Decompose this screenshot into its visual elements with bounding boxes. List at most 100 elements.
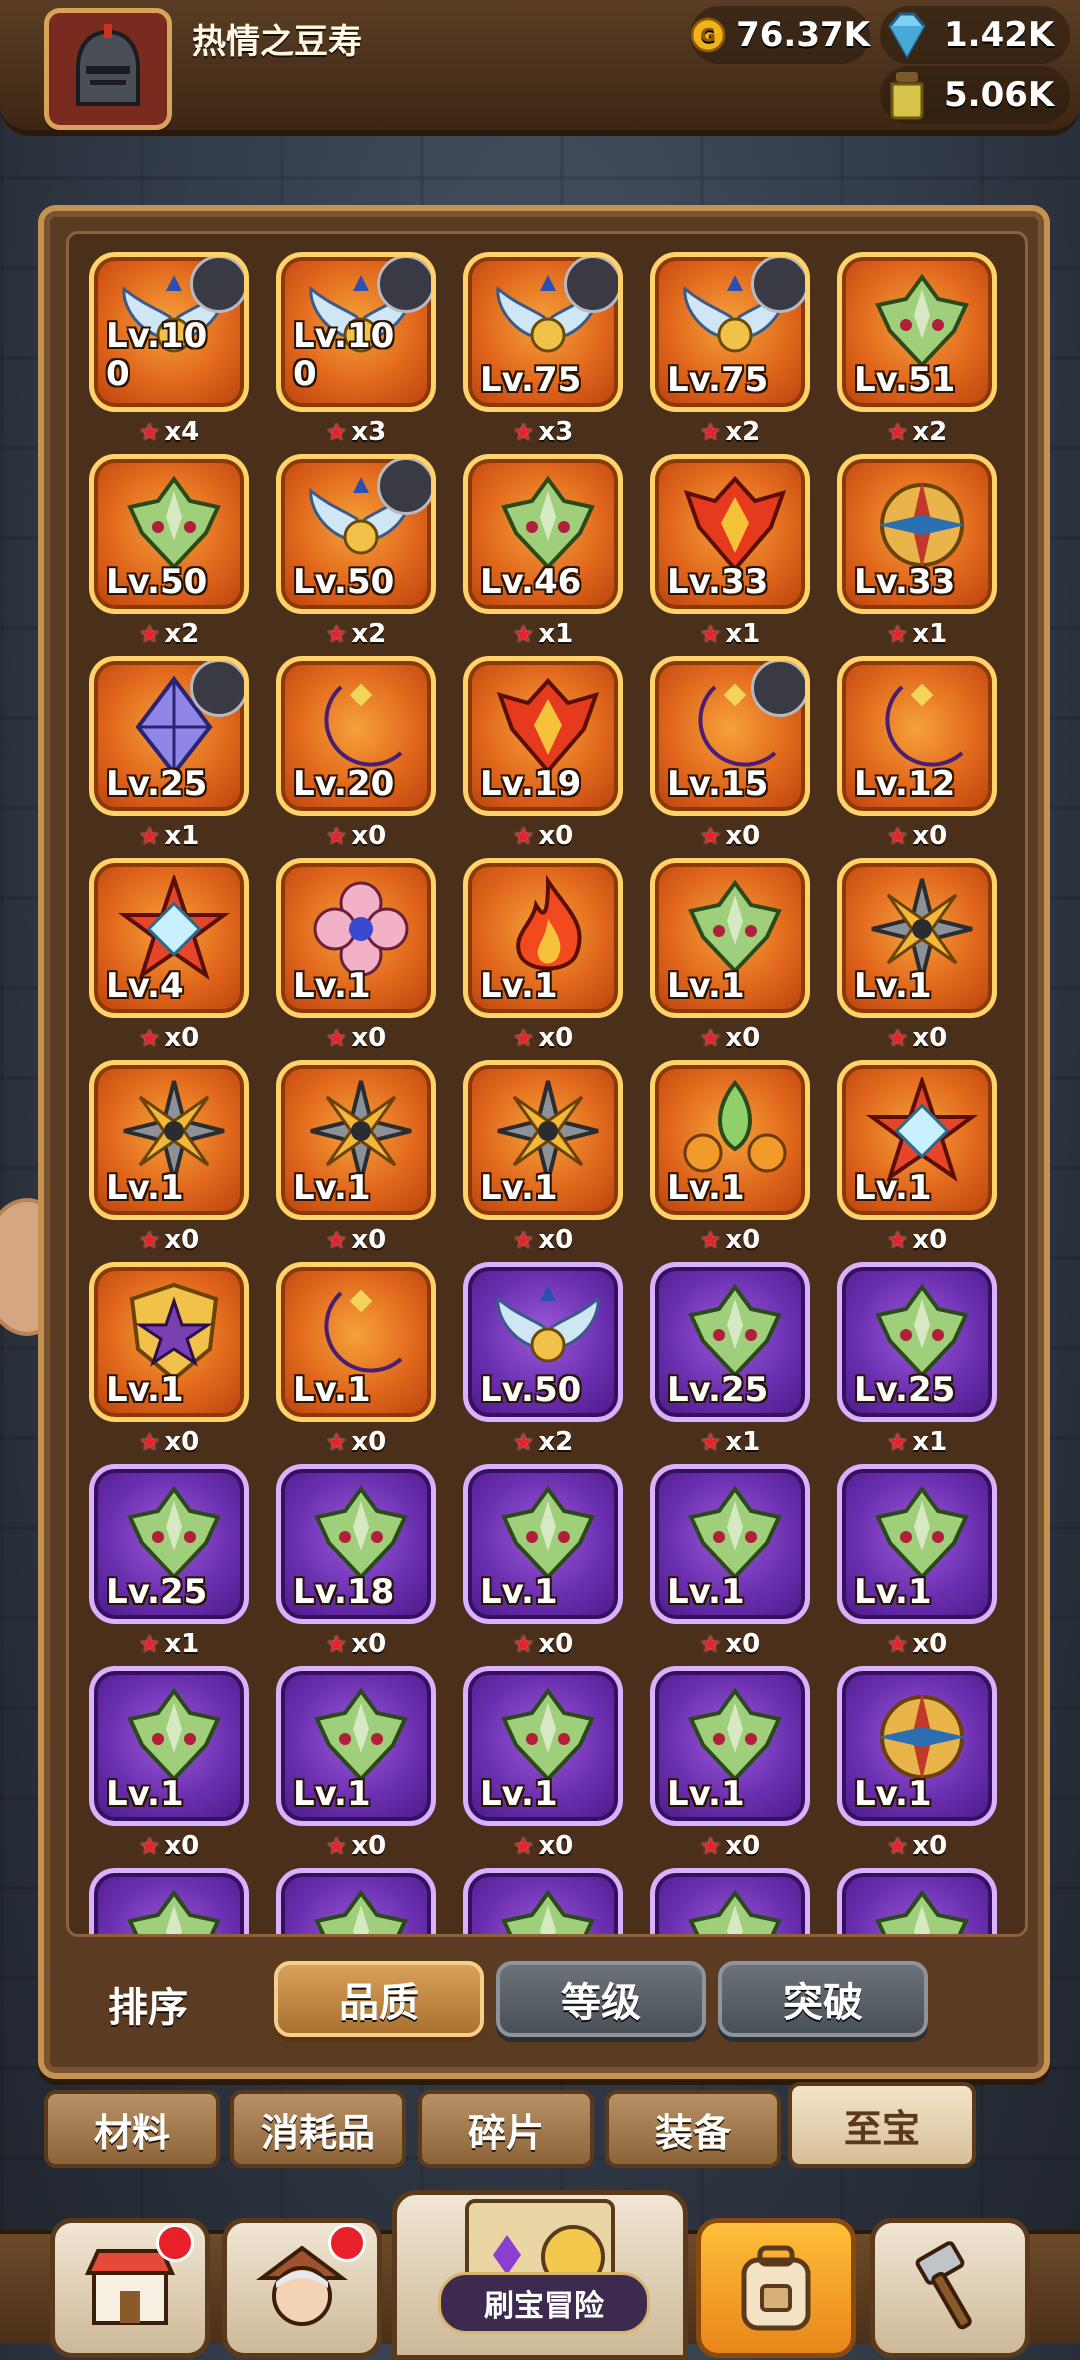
treasure-item[interactable]: Lv.1 ★ x0	[650, 1666, 810, 1861]
item-level: Lv.33	[667, 562, 769, 602]
treasure-item[interactable]	[837, 1868, 997, 1934]
treasure-item[interactable]: Lv.25 ★ x1	[89, 656, 249, 851]
treasure-item-tile: Lv.1	[650, 858, 810, 1018]
tab-fragments[interactable]: 碎片	[418, 2090, 594, 2168]
item-count-value: x3	[351, 417, 387, 447]
tab-consumables[interactable]: 消耗品	[230, 2090, 406, 2168]
treasure-item[interactable]: Lv.1 ★ x0	[837, 1666, 997, 1861]
treasure-item[interactable]: Lv.1 ★ x0	[650, 858, 810, 1053]
treasure-item-tile: Lv.33	[650, 454, 810, 614]
treasure-item[interactable]: Lv.75 ★ x2	[650, 252, 810, 447]
player-name: 热情之豆寿	[192, 22, 362, 62]
tab-materials[interactable]: 材料	[44, 2090, 220, 2168]
item-level: Lv.1	[480, 1168, 558, 1208]
item-count-value: x0	[351, 1427, 387, 1457]
treasure-item[interactable]: Lv.50 ★ x2	[276, 454, 436, 649]
treasure-item-tile: Lv.1	[276, 1262, 436, 1422]
tab-equipment[interactable]: 装备	[605, 2090, 781, 2168]
treasure-item[interactable]: Lv.1 ★ x0	[463, 1060, 623, 1255]
item-star-count: ★ x2	[89, 614, 249, 654]
item-star-count: ★ x0	[89, 1220, 249, 1260]
item-count-value: x0	[538, 1629, 574, 1659]
treasure-item-tile: Lv.15	[650, 656, 810, 816]
item-count-value: x1	[538, 619, 574, 649]
item-count-value: x0	[725, 1831, 761, 1861]
star-icon: ★	[512, 822, 535, 850]
treasure-item[interactable]: Lv.19 ★ x0	[463, 656, 623, 851]
treasure-item[interactable]: Lv.1 ★ x0	[650, 1464, 810, 1659]
treasure-item[interactable]: Lv.1 ★ x0	[837, 1060, 997, 1255]
treasure-item[interactable]: Lv.1 ★ x0	[837, 1464, 997, 1659]
treasure-item[interactable]: Lv.1 ★ x0	[463, 858, 623, 1053]
treasure-item[interactable]	[463, 1868, 623, 1934]
nav-backpack[interactable]	[696, 2218, 856, 2358]
treasure-item[interactable]: Lv.25 ★ x1	[89, 1464, 249, 1659]
treasure-item[interactable]: Lv.20 ★ x0	[276, 656, 436, 851]
treasure-item[interactable]: Lv.18 ★ x0	[276, 1464, 436, 1659]
treasure-item[interactable]: Lv.12 ★ x0	[837, 656, 997, 851]
treasure-item[interactable]	[650, 1868, 810, 1934]
treasure-item[interactable]: Lv.1 ★ x0	[276, 1060, 436, 1255]
treasure-item[interactable]: Lv.15 ★ x0	[650, 656, 810, 851]
equipped-hero-avatar	[564, 257, 618, 313]
treasure-item[interactable]: Lv.1 ★ x0	[463, 1464, 623, 1659]
treasure-item[interactable]: Lv.25 ★ x1	[837, 1262, 997, 1457]
treasure-item[interactable]: Lv.33 ★ x1	[837, 454, 997, 649]
treasure-item[interactable]: Lv.10 0 ★ x3	[276, 252, 436, 447]
equipped-hero-avatar	[190, 661, 244, 717]
item-star-count: ★ x0	[650, 1624, 810, 1664]
gold-counter[interactable]: G 76.37K	[690, 6, 870, 64]
item-count-value: x0	[351, 1225, 387, 1255]
item-level: Lv.50	[293, 562, 395, 602]
treasure-item[interactable]: Lv.46 ★ x1	[463, 454, 623, 649]
item-level: Lv.33	[854, 562, 956, 602]
item-star-count: ★ x4	[89, 412, 249, 452]
treasure-item[interactable]: Lv.50 ★ x2	[89, 454, 249, 649]
star-icon: ★	[138, 620, 161, 648]
treasure-item-tile: Lv.50	[463, 1262, 623, 1422]
treasure-item-tile: Lv.1	[463, 1464, 623, 1624]
item-level: Lv.1	[106, 1168, 184, 1208]
star-icon: ★	[325, 418, 348, 446]
treasure-item[interactable]: Lv.1 ★ x0	[463, 1666, 623, 1861]
treasure-item[interactable]: Lv.51 ★ x2	[837, 252, 997, 447]
item-level: Lv.1	[854, 1572, 932, 1612]
item-count-value: x0	[538, 1225, 574, 1255]
treasure-item[interactable]: Lv.1 ★ x0	[650, 1060, 810, 1255]
treasure-item[interactable]: Lv.1 ★ x0	[89, 1666, 249, 1861]
item-star-count: ★ x0	[276, 1220, 436, 1260]
treasure-grid-scroll[interactable]: Lv.10 0 ★ x4 Lv.10 0 ★ x3 Lv.75 ★ x3 Lv.75 ★ x2 Lv.5…	[66, 231, 1028, 1937]
treasure-item[interactable]: Lv.1 ★ x0	[276, 858, 436, 1053]
treasure-item[interactable]: Lv.1 ★ x0	[89, 1262, 249, 1457]
item-star-count: ★ x3	[276, 412, 436, 452]
treasure-item[interactable]: Lv.1 ★ x0	[276, 1262, 436, 1457]
nav-forge[interactable]	[870, 2218, 1030, 2358]
item-star-count: ★ x1	[837, 1422, 997, 1462]
sort-quality-button[interactable]: 品质	[274, 1961, 484, 2037]
treasure-item[interactable]: Lv.1 ★ x0	[89, 1060, 249, 1255]
gem-counter[interactable]: 1.42K	[880, 6, 1070, 64]
player-avatar[interactable]	[44, 8, 172, 130]
treasure-item[interactable]: Lv.4 ★ x0	[89, 858, 249, 1053]
sort-breakthrough-button[interactable]: 突破	[718, 1961, 928, 2037]
treasure-item[interactable]: Lv.33 ★ x1	[650, 454, 810, 649]
treasure-item[interactable]: Lv.10 0 ★ x4	[89, 252, 249, 447]
treasure-item[interactable]: Lv.75 ★ x3	[463, 252, 623, 447]
treasure-item[interactable]	[89, 1868, 249, 1934]
treasure-item-tile: Lv.1	[89, 1060, 249, 1220]
sort-level-button[interactable]: 等级	[496, 1961, 706, 2037]
treasure-item[interactable]: Lv.1 ★ x0	[276, 1666, 436, 1861]
treasure-item[interactable]: Lv.50 ★ x2	[463, 1262, 623, 1457]
tab-treasures[interactable]: 至宝	[788, 2082, 976, 2168]
treasure-item[interactable]: Lv.1 ★ x0	[837, 858, 997, 1053]
star-icon: ★	[699, 418, 722, 446]
item-star-count: ★ x0	[650, 816, 810, 856]
item-level: Lv.19	[480, 764, 582, 804]
treasure-item-tile: Lv.10 0	[89, 252, 249, 412]
item-count-value: x0	[538, 1831, 574, 1861]
treasure-item[interactable]	[276, 1868, 436, 1934]
treasure-item[interactable]: Lv.25 ★ x1	[650, 1262, 810, 1457]
potion-counter[interactable]: 5.06K	[880, 66, 1070, 124]
treasure-item-tile: Lv.1	[463, 1666, 623, 1826]
potion-value: 5.06K	[944, 75, 1055, 115]
